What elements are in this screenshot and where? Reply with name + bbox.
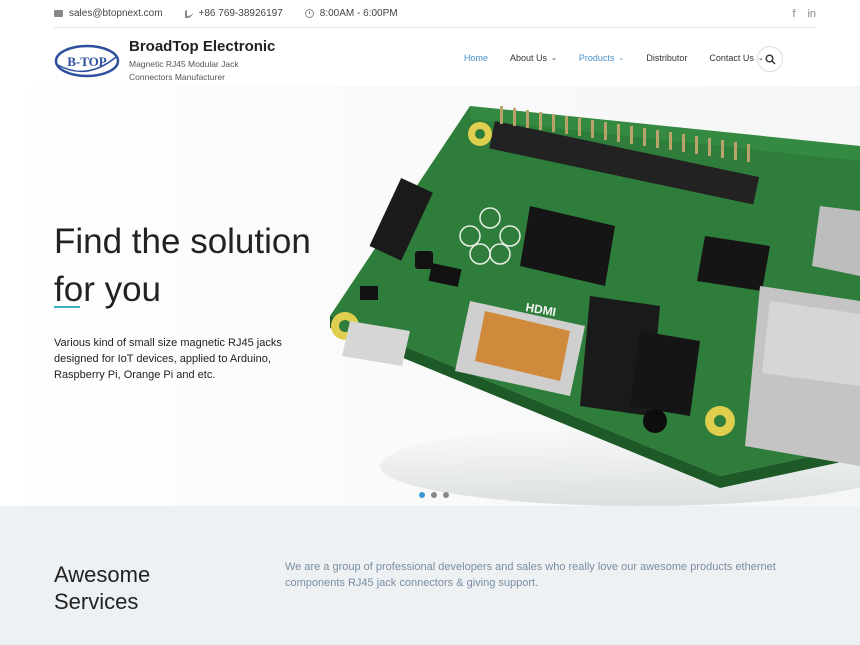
social-links: f in xyxy=(792,8,816,20)
hero-description: Various kind of small size magnetic RJ45… xyxy=(54,337,282,381)
chevron-down-icon: ⌄ xyxy=(551,55,557,62)
site-header: B-TOP BroadTop Electronic Magnetic RJ45 … xyxy=(54,28,816,86)
hero-slider: HDMI Find the solution for you Various k… xyxy=(0,86,860,506)
chevron-down-icon: ⌄ xyxy=(618,55,625,62)
nav-distributor[interactable]: Distributor xyxy=(646,53,687,63)
email-item[interactable]: sales@btopnext.com xyxy=(54,8,163,19)
clock-icon xyxy=(304,9,314,18)
nav-home-label: Home xyxy=(464,53,489,63)
slider-dot-1[interactable] xyxy=(419,492,425,498)
search-button[interactable] xyxy=(757,46,783,72)
services-section: Awesome Services We are a group of profe… xyxy=(0,506,860,645)
logo-text: B-TOP xyxy=(67,54,107,69)
nav-products-label: Products xyxy=(578,53,615,63)
phone-icon xyxy=(184,9,193,18)
phone-item[interactable]: +86 769-38926197 xyxy=(184,8,283,19)
services-title: Awesome Services xyxy=(54,561,204,615)
top-bar: sales@btopnext.com +86 769-38926197 8:00… xyxy=(54,0,816,28)
brand-tagline: Magnetic RJ45 Modular Jack Connectors Ma… xyxy=(129,59,239,82)
main-nav: Home About Us ⌄ Products ⌄ Distributor Con… xyxy=(464,53,786,63)
hours-item: 8:00AM - 6:00PM xyxy=(304,8,398,19)
slider-dot-3[interactable] xyxy=(443,492,449,498)
linkedin-icon[interactable]: in xyxy=(807,8,816,20)
hero-title-line2: for you xyxy=(54,270,161,309)
phone-text[interactable]: +86 769-38926197 xyxy=(199,8,283,19)
title-underline xyxy=(54,306,80,308)
services-title-line2: Services xyxy=(54,589,139,614)
facebook-icon[interactable]: f xyxy=(792,8,795,20)
hours-text: 8:00AM - 6:00PM xyxy=(319,8,398,19)
nav-distributor-label: Distributor xyxy=(646,53,688,63)
services-description: We are a group of professional developer… xyxy=(285,561,776,589)
btop-logo[interactable]: B-TOP xyxy=(54,43,120,79)
brand-name[interactable]: BroadTop Electronic xyxy=(129,38,275,55)
nav-about-us[interactable]: About Us ⌄ xyxy=(510,53,557,63)
nav-products[interactable]: Products ⌄ xyxy=(579,53,624,63)
email-text[interactable]: sales@btopnext.com xyxy=(69,8,163,19)
slider-dots xyxy=(419,492,449,498)
hero-title: Find the solution for you xyxy=(54,218,354,314)
nav-contact-label: Contact Us xyxy=(709,53,754,63)
nav-home[interactable]: Home xyxy=(464,53,488,63)
slider-dot-2[interactable] xyxy=(431,492,437,498)
search-icon xyxy=(765,54,775,64)
nav-contact-us[interactable]: Contact Us ⌄ xyxy=(709,53,763,63)
envelope-icon xyxy=(54,10,63,17)
hero-title-line1: Find the solution xyxy=(54,222,311,261)
services-title-line1: Awesome xyxy=(54,562,151,587)
nav-about-label: About Us xyxy=(510,53,548,63)
